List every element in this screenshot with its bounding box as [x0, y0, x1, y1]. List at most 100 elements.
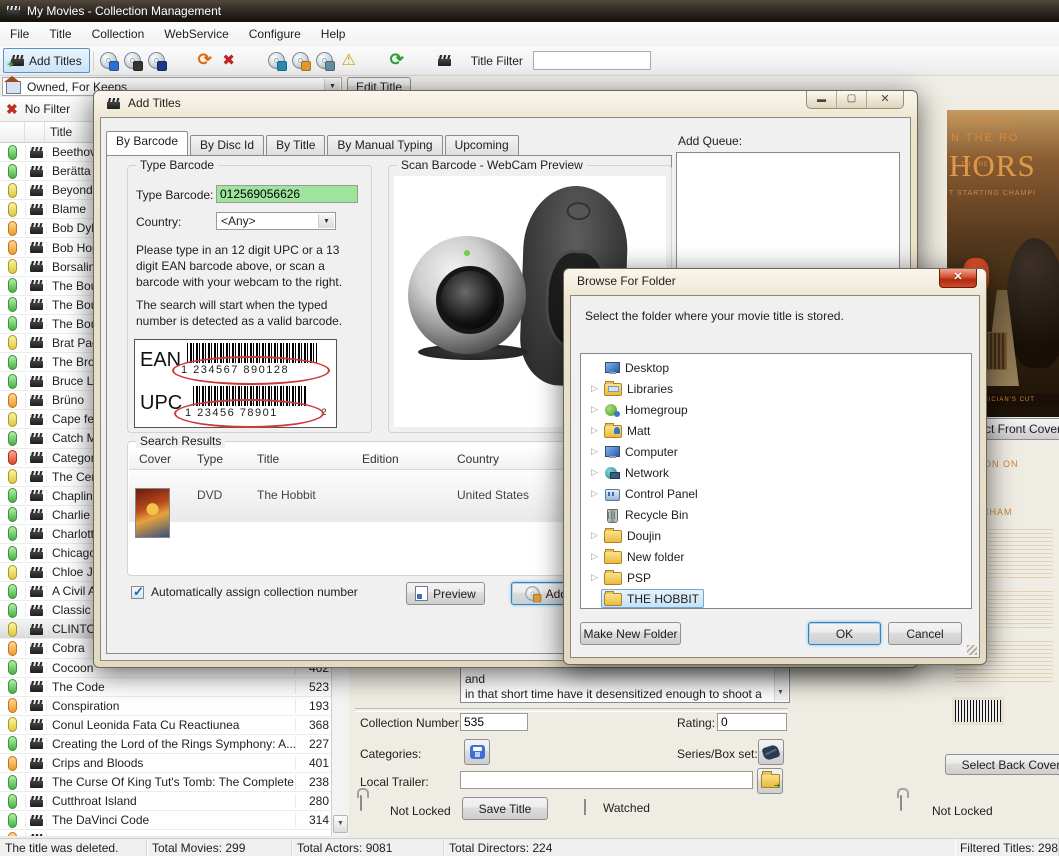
result-title: The Hobbit [257, 488, 316, 502]
expand-arrow-icon[interactable]: ▷ [588, 488, 601, 499]
movie-clapper-icon [30, 433, 43, 444]
movie-list-row[interactable]: Cutthroat Island 280 [0, 792, 331, 811]
save-title-button[interactable]: Save Title [462, 797, 548, 820]
expand-arrow-icon[interactable]: ▷ [588, 404, 601, 415]
tree-item[interactable]: ▷ Matt [581, 420, 971, 441]
watched-checkbox[interactable] [584, 799, 586, 815]
status-pill-cell [0, 164, 26, 179]
minimize-button[interactable]: ▬ [807, 91, 837, 108]
movie-list-row[interactable]: Creating the Lord of the Rings Symphony:… [0, 735, 331, 754]
tree-item[interactable]: Desktop [581, 357, 971, 378]
refresh-icon [390, 49, 404, 72]
movie-list-row[interactable]: Conul Leonida Fata Cu Reactiunea 368 [0, 716, 331, 735]
status-panel: Total Movies: 299 [147, 839, 292, 856]
status-column-header[interactable] [0, 122, 25, 142]
menu-item[interactable]: Help [311, 24, 356, 44]
movie-list-row[interactable]: Crips and Bloods 401 [0, 754, 331, 773]
close-button[interactable]: ✕ [939, 269, 977, 288]
tab[interactable]: By Barcode [106, 131, 188, 155]
barcode-input[interactable] [216, 185, 358, 203]
expand-arrow-icon[interactable]: ▷ [588, 425, 601, 436]
movie-clapper-icon [30, 242, 43, 253]
browse-trailer-button[interactable] [757, 768, 783, 794]
expand-arrow-icon[interactable]: ▷ [588, 446, 601, 457]
auto-assign-checkbox[interactable] [131, 586, 144, 599]
status-pill [8, 794, 17, 809]
menu-item[interactable]: Configure [239, 24, 311, 44]
col-edition[interactable]: Edition [362, 452, 399, 466]
status-pill [8, 641, 17, 656]
movie-type-cell [26, 815, 47, 826]
menu-item[interactable]: Collection [82, 24, 155, 44]
series-box-set-button[interactable] [758, 739, 784, 765]
movie-list-row[interactable]: The DaVinci Code 314 [0, 811, 331, 830]
tree-item[interactable]: ▷ Libraries [581, 378, 971, 399]
folder-icon [604, 551, 622, 564]
expand-arrow-icon[interactable]: ▷ [588, 572, 601, 583]
movie-list-row[interactable]: The Code 523 [0, 678, 331, 697]
close-button[interactable]: ✕ [867, 91, 903, 108]
col-title[interactable]: Title [257, 452, 279, 466]
expand-arrow-icon[interactable]: ▷ [588, 467, 601, 478]
tab[interactable]: By Title [266, 135, 325, 155]
collection-number-input[interactable] [460, 713, 528, 731]
movie-clapper-icon [30, 337, 43, 348]
tree-item[interactable]: ▷ Homegroup [581, 399, 971, 420]
tree-item[interactable]: THE HOBBIT [581, 588, 971, 609]
cancel-button[interactable]: Cancel [888, 622, 962, 645]
status-pill-cell [0, 240, 26, 255]
select-back-cover-button[interactable]: Select Back Cover [945, 754, 1059, 775]
menu-item[interactable]: Title [39, 24, 81, 44]
browse-folder-dialog: Browse For Folder ✕ Select the folder wh… [563, 268, 987, 665]
add-titles-button[interactable]: Add Titles [3, 48, 90, 73]
rating-input[interactable] [717, 713, 787, 731]
lock-icon[interactable] [360, 796, 362, 810]
tab[interactable]: By Disc Id [190, 135, 264, 155]
country-select[interactable]: <Any> ▼ [216, 212, 336, 230]
cover-lock-icon[interactable] [900, 796, 902, 810]
tab[interactable]: By Manual Typing [327, 135, 442, 155]
col-country[interactable]: Country [457, 452, 499, 466]
movie-list-row[interactable] [0, 830, 331, 836]
movie-type-cell [26, 586, 47, 597]
tree-item[interactable]: ▷ Doujin [581, 525, 971, 546]
movie-list-row[interactable]: Conspiration 193 [0, 697, 331, 716]
tree-item-label: Doujin [627, 529, 661, 543]
make-new-folder-button[interactable]: Make New Folder [580, 622, 681, 645]
movie-list-row[interactable]: The Curse Of King Tut's Tomb: The Comple… [0, 773, 331, 792]
categories-button[interactable] [464, 739, 490, 765]
local-trailer-input[interactable] [460, 771, 753, 789]
menu-item[interactable]: File [0, 24, 39, 44]
ok-button[interactable]: OK [808, 622, 881, 645]
movie-clapper-icon [30, 166, 43, 177]
tree-item[interactable]: ▷ Computer [581, 441, 971, 462]
resize-grip[interactable] [967, 645, 977, 655]
scroll-down-icon[interactable]: ▼ [333, 815, 348, 833]
tree-item-content: Matt [601, 421, 655, 440]
expand-arrow-icon[interactable]: ▷ [588, 383, 601, 394]
expand-arrow-icon[interactable]: ▷ [588, 530, 601, 541]
type-column-header[interactable] [25, 122, 45, 142]
col-cover[interactable]: Cover [139, 452, 171, 466]
preview-button[interactable]: Preview [406, 582, 485, 605]
status-pill [8, 507, 17, 522]
maximize-button[interactable]: ▢ [837, 91, 867, 108]
tab-strip: By BarcodeBy Disc IdBy TitleBy Manual Ty… [106, 132, 521, 155]
tree-item[interactable]: ▷ Control Panel [581, 483, 971, 504]
status-pill-cell [0, 335, 26, 350]
tree-item[interactable]: ▷ PSP [581, 567, 971, 588]
title-filter-input[interactable] [533, 51, 651, 70]
categories-icon [470, 745, 485, 759]
movie-type-cell [26, 414, 47, 425]
expand-arrow-icon[interactable]: ▷ [588, 551, 601, 562]
menu-item[interactable]: WebService [154, 24, 238, 44]
tree-item[interactable]: ▷ Network [581, 462, 971, 483]
dialog-title: Add Titles [128, 96, 181, 110]
col-type[interactable]: Type [197, 452, 223, 466]
movie-clapper-icon [30, 548, 43, 559]
desktop-icon [604, 361, 620, 375]
tree-item[interactable]: ▷ New folder [581, 546, 971, 567]
tree-item[interactable]: Recycle Bin [581, 504, 971, 525]
tab[interactable]: Upcoming [445, 135, 519, 155]
chevron-down-icon[interactable]: ▼ [318, 214, 334, 228]
